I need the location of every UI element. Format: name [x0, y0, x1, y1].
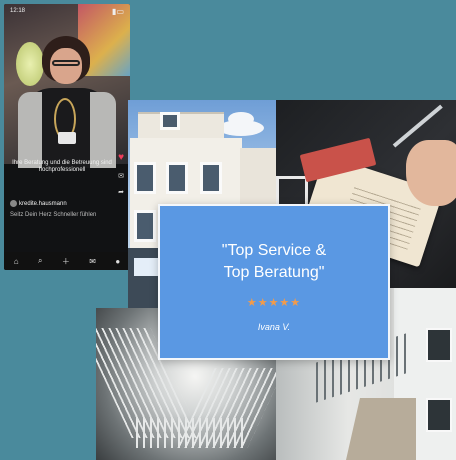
video-frame [4, 4, 130, 168]
status-time: 12:18 [10, 8, 26, 14]
lamp-icon [16, 42, 44, 86]
video-description: Seitz Dein Herz Schneller fühlen [10, 212, 97, 218]
tab-profile-icon[interactable]: ● [115, 257, 120, 266]
tab-home-icon[interactable]: ⌂ [14, 257, 19, 266]
share-icon[interactable]: ➦ [118, 188, 124, 196]
person-face [50, 48, 82, 84]
review-quote-line-1: "Top Service & [221, 242, 327, 259]
tab-search-icon[interactable]: ⌕ [38, 256, 42, 266]
status-bar: 12:18 ▮▭ [10, 8, 124, 17]
review-card: "Top Service & Top Beratung" ★★★★★ Ivana… [158, 204, 390, 360]
comment-icon[interactable]: ✉ [118, 172, 124, 180]
battery-icon: ▭ [116, 7, 124, 16]
account-name: kredite.hausmann [19, 201, 67, 208]
star-rating-icon: ★★★★★ [246, 297, 302, 309]
like-heart-icon[interactable]: ♥ [118, 152, 124, 163]
avatar [10, 200, 17, 207]
tab-inbox-icon[interactable]: ✉ [89, 257, 96, 266]
phone-screenshot: 12:18 ▮▭ ♥ ✉ ➦ Ihre Beratung und die Bet… [4, 4, 130, 270]
review-author: Ivana V. [257, 322, 291, 332]
bottom-tab-bar: ⌂ ⌕ ＋ ✉ ● [4, 252, 130, 270]
tab-create-icon[interactable]: ＋ [62, 256, 70, 267]
video-caption: Ihre Beratung und die Betreuung sind hoc… [12, 160, 112, 173]
account-row[interactable]: kredite.hausmann [10, 200, 110, 208]
review-quote-line-2: Top Beratung" [223, 264, 325, 281]
writing-hand [406, 140, 456, 206]
review-quote: "Top Service & Top Beratung" [160, 240, 388, 284]
